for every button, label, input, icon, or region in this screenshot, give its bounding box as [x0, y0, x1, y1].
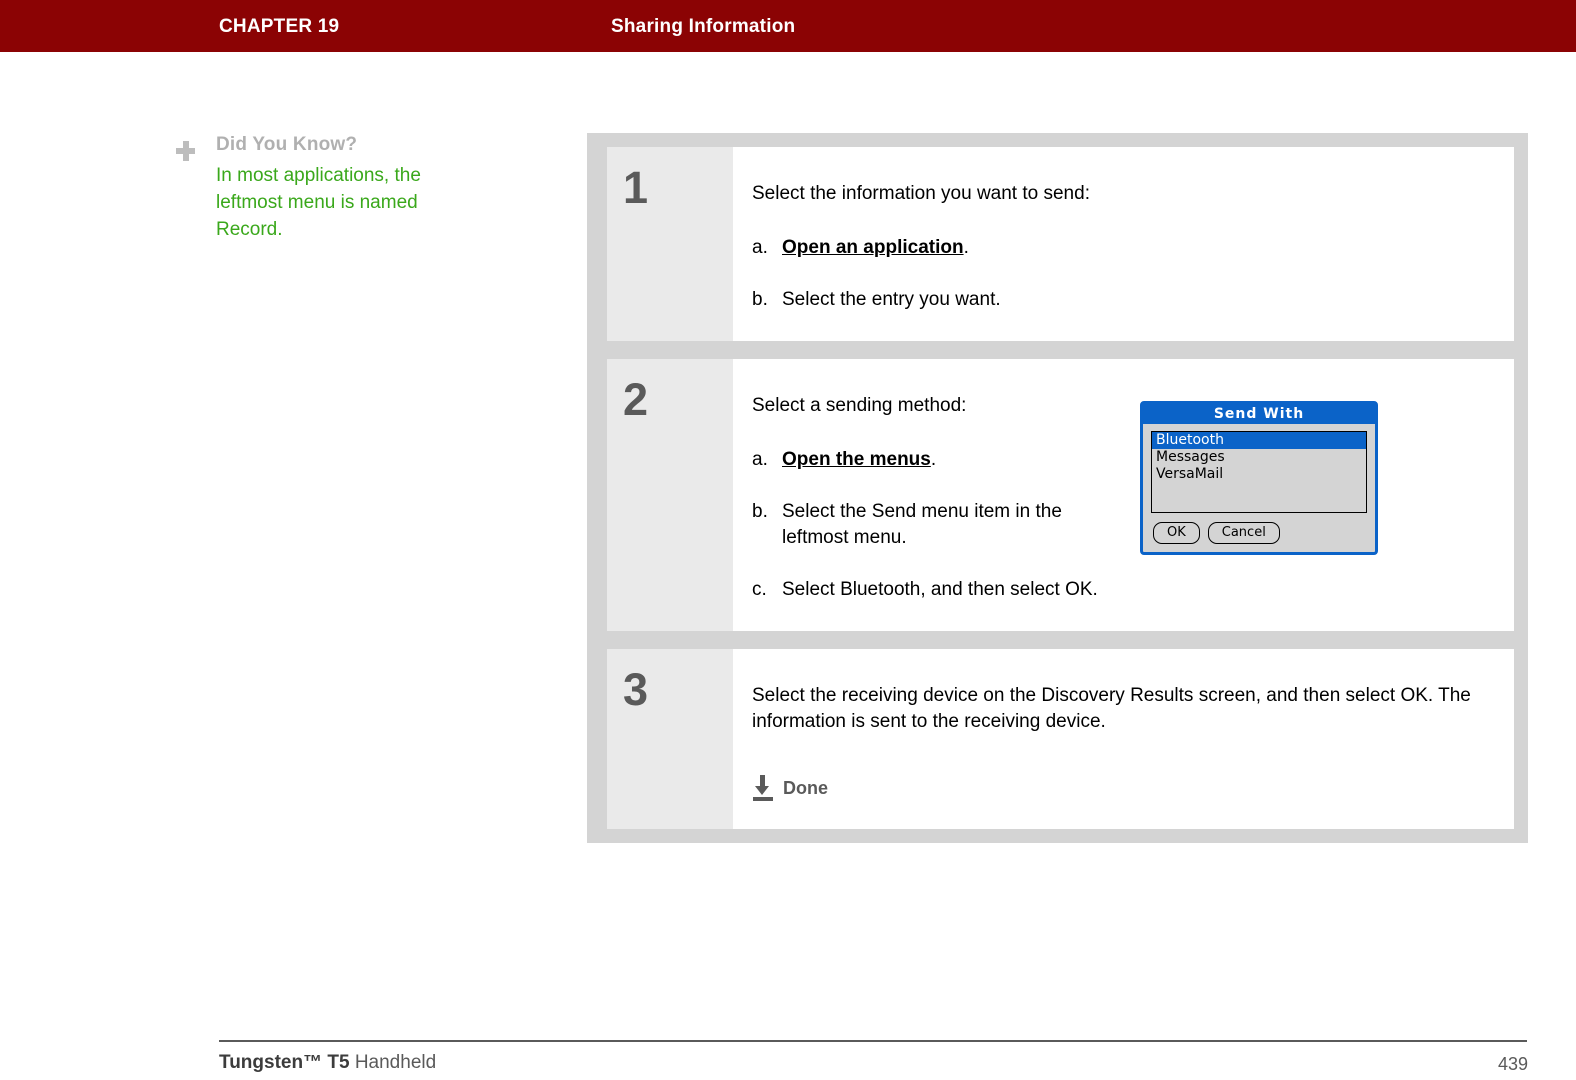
- step-number: 2: [623, 374, 649, 425]
- steps-container: 1 Select the information you want to sen…: [587, 133, 1528, 843]
- substep: a. Open the menus.: [752, 447, 1112, 473]
- footer-product: Tungsten™ T5 Handheld: [219, 1052, 436, 1074]
- plus-icon: [176, 141, 196, 161]
- dialog-buttons: OK Cancel: [1143, 522, 1375, 544]
- step-lead-text: Select the information you want to send:: [752, 183, 1090, 204]
- tip-heading: Did You Know?: [216, 134, 358, 155]
- step-number: 3: [623, 664, 649, 715]
- step-row: 1 Select the information you want to sen…: [607, 147, 1514, 341]
- substep-marker: a.: [752, 237, 768, 258]
- send-with-dialog-screenshot: Send With Bluetooth Messages VersaMail O…: [1140, 401, 1378, 555]
- step-number-cell: 3: [607, 649, 733, 829]
- substep-marker: a.: [752, 449, 768, 470]
- step-number-cell: 2: [607, 359, 733, 631]
- chapter-label: CHAPTER 19: [219, 16, 340, 37]
- open-the-menus-link[interactable]: Open the menus: [782, 449, 931, 470]
- chapter-header: CHAPTER 19 Sharing Information: [0, 0, 1576, 52]
- substep-text: Select Bluetooth, and then select OK.: [782, 579, 1098, 600]
- step-body-text: Select the receiving device on the Disco…: [752, 685, 1471, 732]
- step-row: 3 Select the receiving device on the Dis…: [607, 649, 1514, 829]
- substep-suffix: .: [963, 237, 969, 258]
- substep: a. Open an application.: [752, 235, 1492, 261]
- substep-marker: b.: [752, 289, 768, 310]
- dialog-title: Send With: [1143, 404, 1375, 424]
- step-text-column: Select a sending method: a. Open the men…: [752, 393, 1112, 603]
- ok-button[interactable]: OK: [1153, 522, 1200, 544]
- step-content-cell: Select the receiving device on the Disco…: [733, 649, 1514, 829]
- step-content-cell: Select the information you want to send:…: [733, 147, 1514, 341]
- substep-text: Select the entry you want.: [782, 289, 1001, 310]
- substep-marker: b.: [752, 501, 768, 522]
- list-item[interactable]: VersaMail: [1152, 466, 1366, 483]
- step-number-cell: 1: [607, 147, 733, 341]
- page-number: 439: [1497, 1054, 1528, 1074]
- substep: b. Select the Send menu item in the left…: [752, 499, 1112, 551]
- substep-suffix: .: [930, 449, 937, 470]
- step-content-cell: Select a sending method: a. Open the men…: [733, 359, 1514, 631]
- send-with-dialog: Send With Bluetooth Messages VersaMail O…: [1140, 401, 1378, 555]
- substep: b. Select the entry you want.: [752, 287, 1492, 313]
- substep-text: Open an application.: [782, 235, 1492, 261]
- open-an-application-link[interactable]: Open an application: [782, 237, 964, 258]
- footer-product-type: Handheld: [349, 1052, 437, 1073]
- substep: c. Select Bluetooth, and then select OK.: [752, 577, 1112, 603]
- step-lead-text: Select a sending method:: [752, 395, 967, 416]
- list-item[interactable]: Bluetooth: [1152, 432, 1366, 449]
- tip-body: In most applications, the leftmost menu …: [216, 165, 421, 240]
- done-label: Done: [783, 778, 828, 798]
- substep-text: Open the menus.: [782, 447, 1112, 473]
- done-marker: Done: [752, 775, 1492, 801]
- substep-marker: c.: [752, 579, 767, 600]
- cancel-button[interactable]: Cancel: [1207, 522, 1280, 544]
- step-row: 2 Select a sending method: a. Open the m…: [607, 359, 1514, 631]
- sending-method-list[interactable]: Bluetooth Messages VersaMail: [1151, 431, 1367, 513]
- down-arrow-to-bar-icon: [752, 775, 774, 801]
- list-item[interactable]: Messages: [1152, 449, 1366, 466]
- chapter-title: Sharing Information: [611, 16, 796, 37]
- footer-divider: [219, 1040, 1527, 1042]
- step-number: 1: [623, 162, 649, 213]
- footer-product-brand: Tungsten™ T5: [219, 1052, 350, 1073]
- substep-text: Select the Send menu item in the leftmos…: [782, 501, 1062, 548]
